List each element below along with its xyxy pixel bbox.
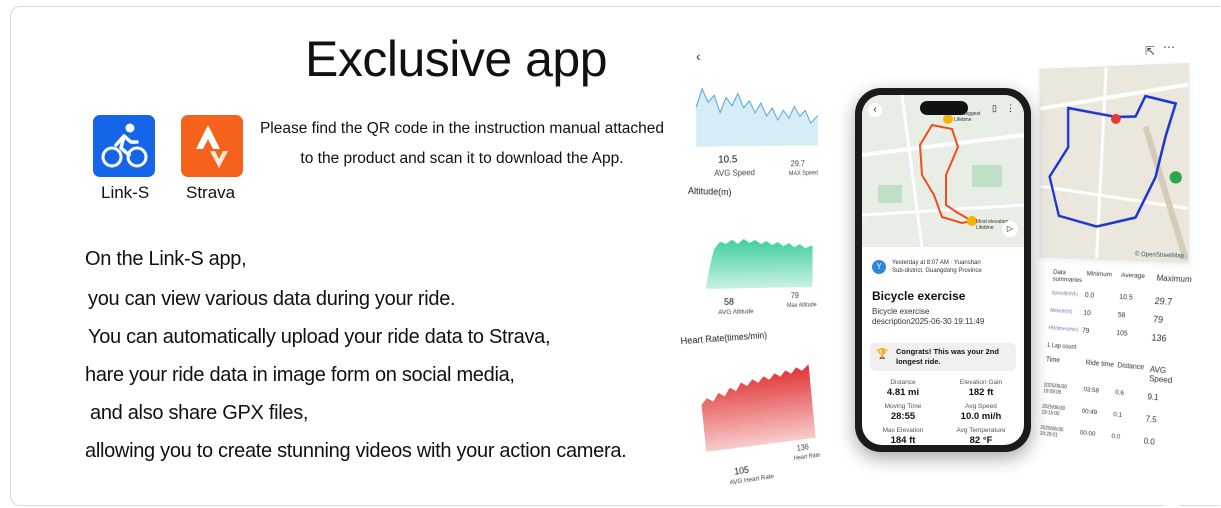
summary-header: Average — [1120, 272, 1157, 288]
avg-speed-value: 10.5 — [718, 154, 737, 166]
stat-label: Max Elevation — [868, 427, 938, 434]
stat-label: Moving Time — [868, 403, 938, 410]
trophy-icon: 🏆 — [876, 349, 888, 360]
stat-label: Distance — [868, 379, 938, 386]
summary-header: Maximum — [1156, 273, 1198, 289]
stat-label: Elevation Gain — [946, 379, 1016, 386]
stat-value: 184 ft — [868, 435, 938, 445]
back-button[interactable]: ‹ — [868, 103, 882, 117]
max-heart-rate-value: 136 — [796, 443, 809, 453]
max-altitude-value: 79 — [791, 291, 799, 300]
stat-value: 82 °F — [946, 435, 1016, 445]
more-options-icon[interactable]: ⋯ — [1163, 40, 1175, 54]
achievement-banner: 🏆 Congrats! This was your 2nd longest ri… — [870, 343, 1016, 371]
heart-rate-panel: Heart Rate(times/min) 105 AVG Heart Rate… — [675, 319, 834, 504]
activity-map: ‹ ▯ ⋮ 2nd Biggest Lifetime Most elevatio… — [862, 95, 1024, 247]
strava-logo-icon — [181, 115, 243, 177]
link-s-app-icon[interactable] — [93, 115, 155, 177]
link-s-label: Link-S — [101, 183, 149, 203]
max-speed-value: 29.7 — [791, 159, 805, 168]
altitude-title: Altitude(m) — [688, 186, 732, 198]
description-line: you can view various data during your ri… — [88, 288, 455, 311]
description-line: On the Link-S app, — [85, 248, 246, 271]
max-heart-rate-label: Heart Rate — [794, 453, 821, 462]
altitude-panel: Altitude(m) 58 AVG Altitude 79 Max Altit… — [684, 185, 827, 320]
page-title: Exclusive app — [305, 30, 607, 88]
route-map — [1040, 64, 1188, 262]
activity-description-1: Bicycle exercise — [872, 307, 929, 316]
stat-value: 10.0 mi/h — [946, 411, 1016, 422]
activity-location-line1: Yesterday at 8:07 AM · Yuanshan — [892, 260, 981, 266]
summary-header: Minimum — [1086, 270, 1122, 286]
route-map-panel: © OpenStreetMap — [1040, 63, 1190, 263]
qr-instruction-line1: Please find the QR code in the instructi… — [256, 114, 668, 144]
stat-label: Avg Temperature — [946, 427, 1016, 434]
stat-value: 4.81 mi — [868, 387, 938, 398]
activity-description-2: description2025-06-30 19:11:49 — [872, 317, 984, 326]
activity-title: Bicycle exercise — [872, 289, 965, 303]
share-icon[interactable]: ⇱ — [1145, 44, 1155, 58]
cyclist-icon — [93, 115, 155, 177]
app-preview-collage: ‹ 10.5 AVG Speed 29.7 MAX Speed Altitude… — [683, 38, 1193, 503]
description-line: and also share GPX files, — [90, 402, 308, 425]
avg-heart-rate-value: 105 — [734, 465, 749, 477]
phone-notch — [920, 101, 968, 115]
heart-rate-title: Heart Rate(times/min) — [680, 330, 767, 346]
description-line: allowing you to create stunning videos w… — [85, 440, 626, 463]
phone-screen: ‹ ▯ ⋮ 2nd Biggest Lifetime Most elevatio… — [862, 95, 1024, 445]
strava-label: Strava — [186, 183, 235, 203]
description-line: You can automatically upload your ride d… — [88, 326, 550, 349]
speed-chart — [684, 66, 827, 149]
avatar: Y — [872, 260, 886, 274]
description-line: hare your ride data in image form on soc… — [85, 364, 515, 387]
avg-altitude-value: 58 — [724, 297, 734, 307]
phone-mockup: ‹ ▯ ⋮ 2nd Biggest Lifetime Most elevatio… — [855, 88, 1031, 452]
stat-label: Avg Speed — [946, 403, 1016, 410]
back-arrow-icon: ‹ — [696, 48, 701, 64]
summary-header: Data summaries — [1052, 269, 1087, 284]
strava-app-icon[interactable] — [181, 115, 243, 177]
stat-value: 182 ft — [946, 387, 1016, 398]
altitude-chart — [684, 202, 827, 296]
play-button[interactable]: ▷ — [1002, 221, 1018, 237]
activity-location-line2: Sub-district, Guangdong Province — [892, 268, 982, 274]
avg-altitude-label: AVG Altitude — [718, 308, 753, 316]
stat-value: 28:55 — [868, 411, 938, 422]
heart-rate-chart — [678, 344, 830, 459]
max-speed-label: MAX Speed — [789, 171, 818, 178]
qr-instruction: Please find the QR code in the instructi… — [256, 114, 668, 174]
qr-instruction-line2: to the product and scan it to download t… — [256, 144, 668, 174]
max-altitude-label: Max Altitude — [787, 302, 817, 309]
more-icon[interactable]: ⋮ — [1006, 103, 1015, 114]
speed-panel: 10.5 AVG Speed 29.7 MAX Speed — [684, 66, 827, 189]
avg-speed-label: AVG Speed — [714, 168, 755, 178]
data-summary-panel: Data summaries Minimum Average Maximum S… — [1034, 265, 1201, 508]
